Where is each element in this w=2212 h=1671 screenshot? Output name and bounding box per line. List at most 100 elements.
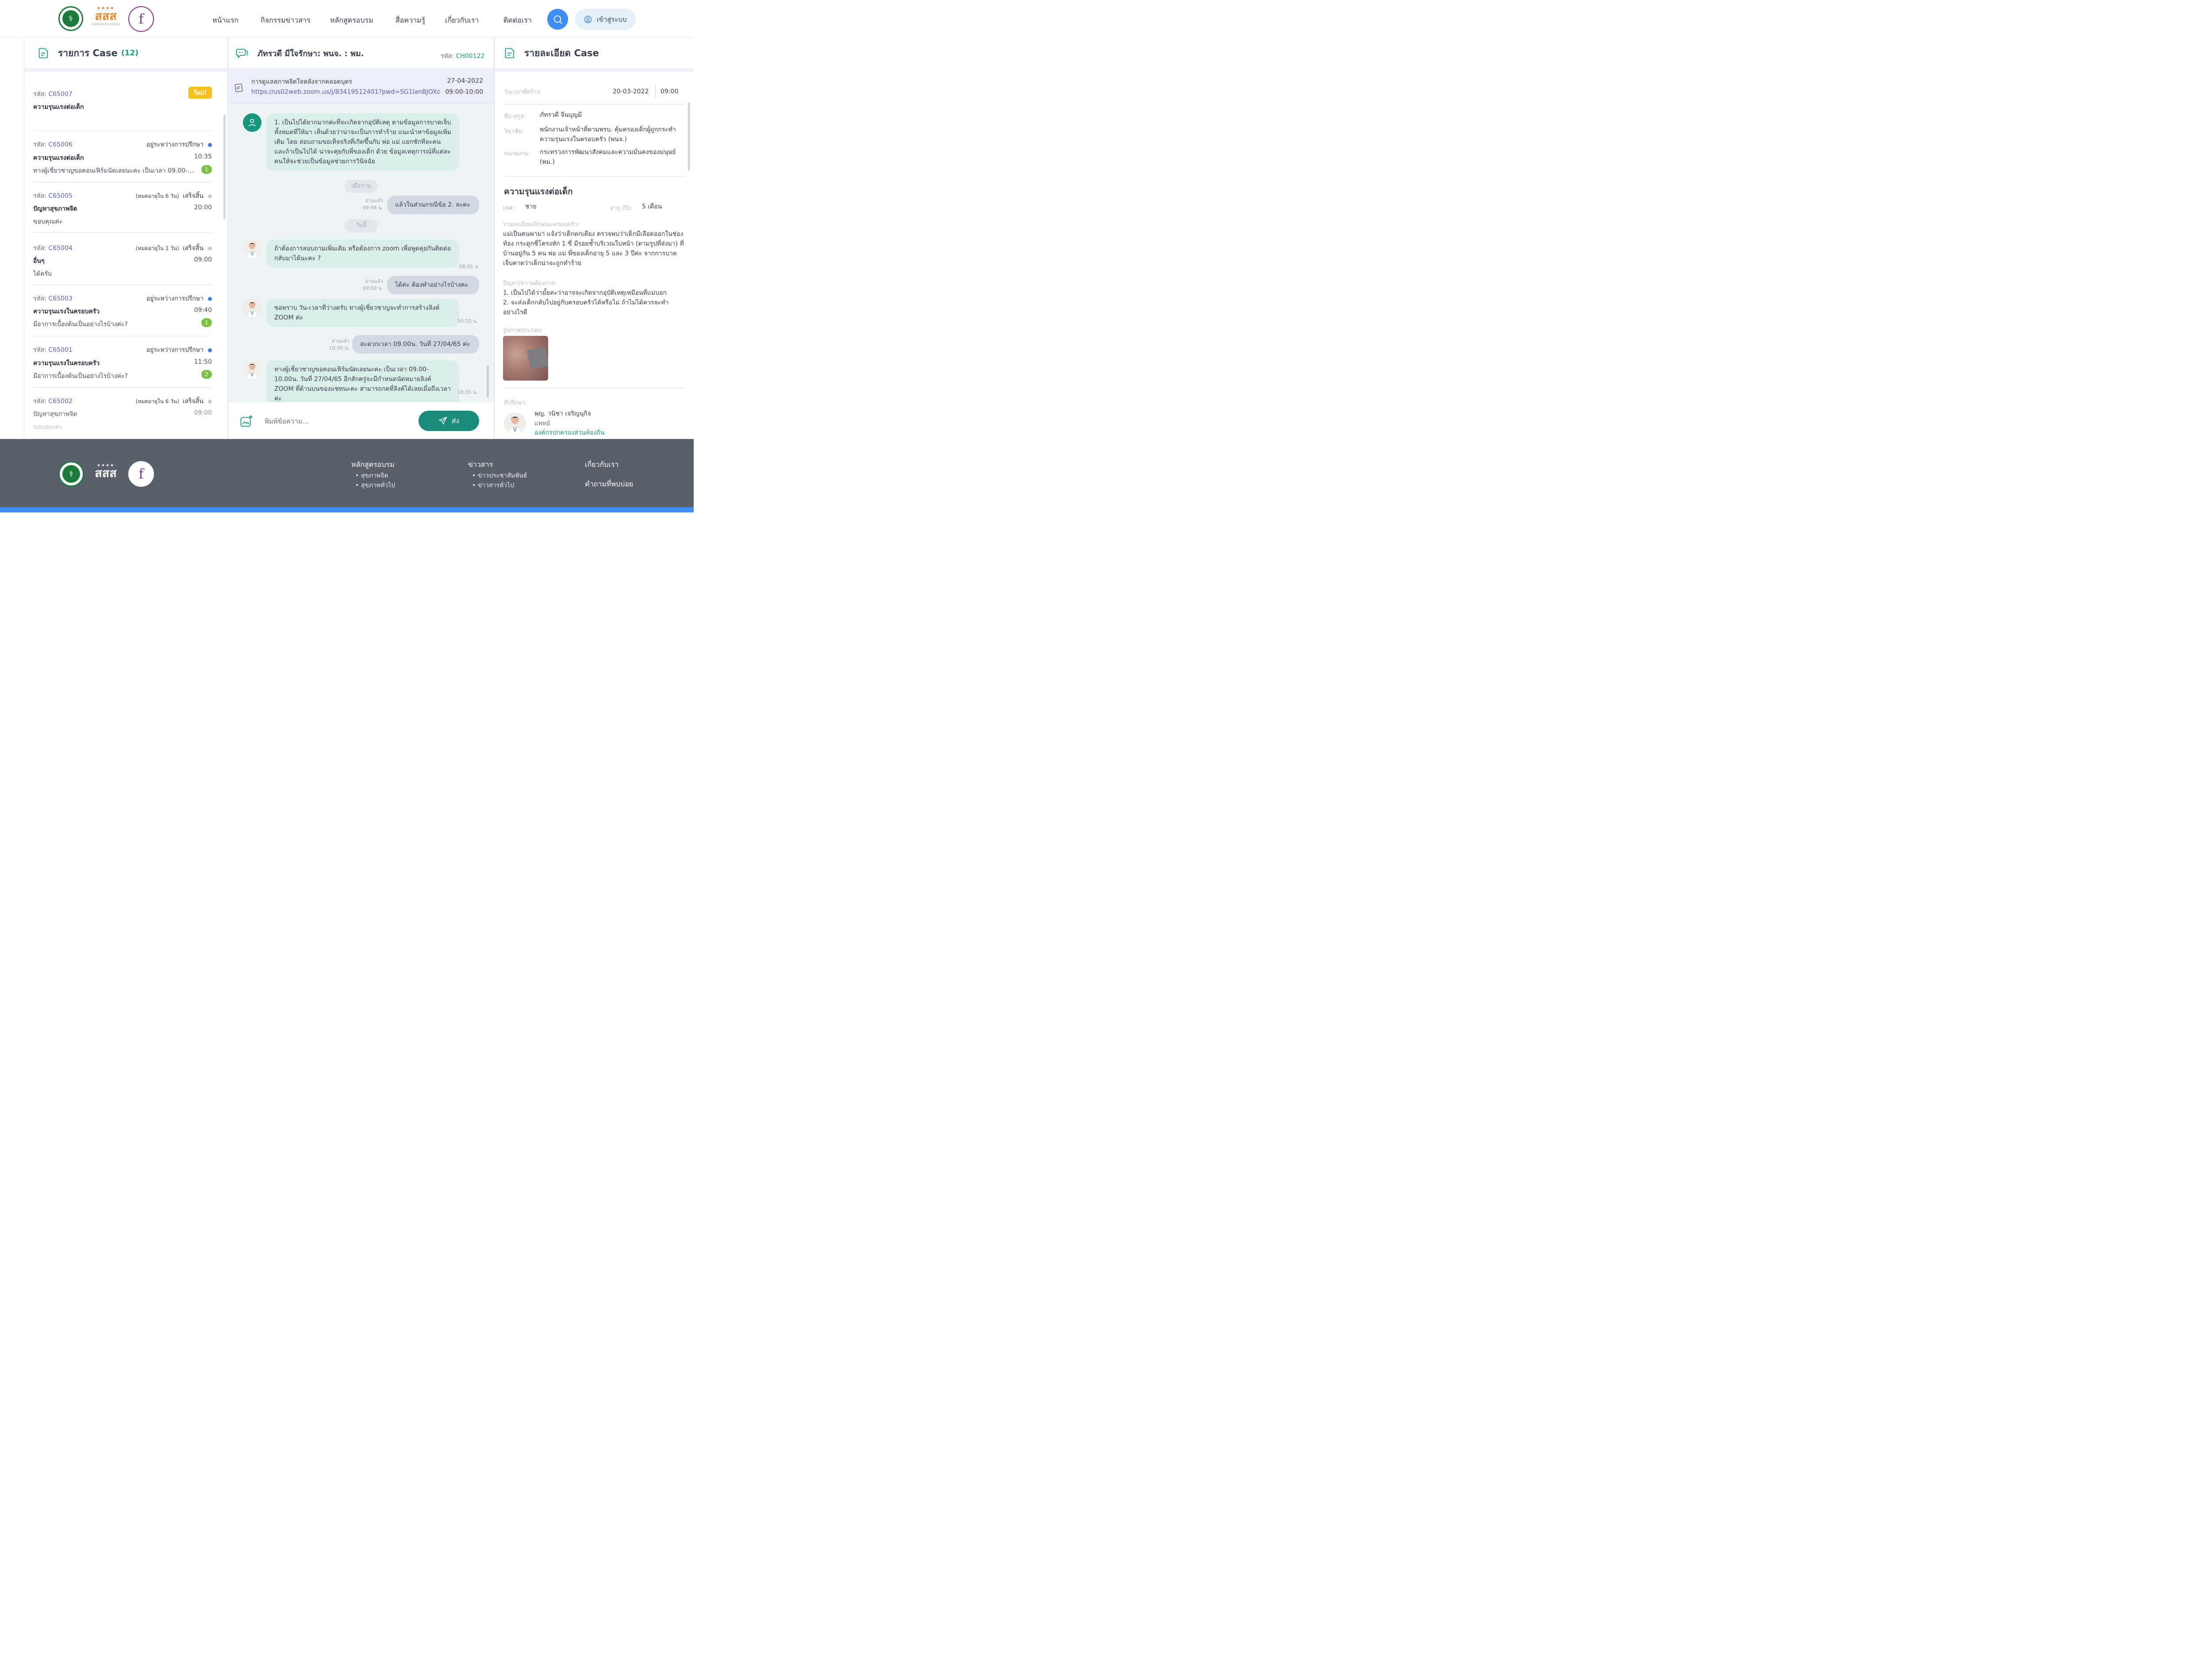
case-status: (หมดอายุใน 6 วัน) เสร็จสิ้น xyxy=(136,191,212,201)
footer-link[interactable]: • ข่าวสารทั่วไป xyxy=(472,481,514,490)
age-label: อายุ (ปี): xyxy=(610,205,632,212)
message-input[interactable] xyxy=(265,415,406,428)
calendar-note-icon xyxy=(234,83,243,92)
chat-message-received: ขอทราบ วัน-เวลาที่ว่างครับ ทางผู้เชี่ยวช… xyxy=(266,299,459,327)
description-label: รายละเอียด/ลักษณะครอบครัว: xyxy=(503,221,580,228)
read-receipt: อ่านแล้ว 09:50 น. xyxy=(362,278,383,291)
meeting-link[interactable]: https://us02web.zoom.us/j/83419512401?pw… xyxy=(251,89,440,96)
problem-item-2: 2. จะส่งเด็กกลับไปอยู่กับครอบครัวได้หรือ… xyxy=(503,299,669,316)
case-category: ความรุนแรงต่อเด็ก xyxy=(33,104,84,111)
new-badge: ใหม่! xyxy=(188,87,212,99)
expert-avatar xyxy=(243,113,261,132)
case-list-scrollbar[interactable] xyxy=(223,114,226,219)
chat-message-received: ทางผู้เชี่ยวชาญขอคอนเฟิร์มนัดเลยนะคะ เป็… xyxy=(266,360,459,408)
status-dot xyxy=(208,246,212,250)
case-category: ความรุนแรงในครอบครัว xyxy=(33,360,100,367)
case-time: 09:00 xyxy=(194,409,212,416)
case-last-message: ขอบคุณค่ะ xyxy=(33,424,63,431)
search-button[interactable] xyxy=(547,9,568,30)
footer-news-title[interactable]: ข่าวสาร xyxy=(468,459,493,470)
case-category: ความรุนแรงในครอบครัว xyxy=(33,308,100,315)
case-list-panel: รายการ Case (12) รหัส: C65007 ใหม่! ความ… xyxy=(24,38,228,439)
sss-logo[interactable]: ★★★★ สสส xyxy=(92,463,119,488)
status-dot xyxy=(208,142,212,147)
date-divider: วันนี้ xyxy=(345,219,378,232)
login-button[interactable]: เข้าสู่ระบบ xyxy=(575,9,636,30)
face-foundation-logo[interactable]: f xyxy=(128,6,154,32)
unread-count: 1 xyxy=(201,318,212,327)
case-code: รหัส: C65005 xyxy=(33,193,73,200)
case-item[interactable]: รหัส: C65002 (หมดอายุใน 6 วัน) เสร็จสิ้น … xyxy=(33,388,212,439)
chat-panel: ภัทรวดี มีใจรักษา: พนจ. : พม. รหัส: CH00… xyxy=(228,38,495,439)
case-category: ปัญหาสุขภาพจิต xyxy=(33,205,77,212)
case-type-title: ความรุนแรงต่อเด็ก xyxy=(504,187,573,196)
send-icon xyxy=(438,416,447,425)
face-foundation-logo[interactable]: f xyxy=(128,461,154,487)
case-last-message: มีอาการเบื้องต้นเป็นอย่างไรบ้างค่ะ? xyxy=(33,373,128,380)
advisor-name: พญ. วนิชา เจริญนุกิจ xyxy=(534,410,591,417)
meeting-date: 27-04-2022 xyxy=(447,77,483,85)
nav-courses[interactable]: หลักสูตรอบรม xyxy=(330,15,373,26)
case-item[interactable]: รหัส: C65005 (หมดอายุใน 6 วัน) เสร็จสิ้น … xyxy=(33,182,212,233)
chat-message-received: 1. เป็นไปได้ยากมากค่ะที่จะเกิดจากอุบัติเ… xyxy=(266,113,459,171)
add-image-icon[interactable] xyxy=(240,415,253,428)
org-label: หน่วยงาน: xyxy=(504,150,530,157)
sss-logo[interactable]: ★★★★ สสส xyxy=(92,6,119,32)
status-dot xyxy=(208,348,212,352)
problem-label: ปัญหา/ความต้องการ: xyxy=(503,280,557,287)
case-detail-title: รายละเอียด Case xyxy=(524,47,599,58)
moph-logo[interactable]: ⚕ xyxy=(58,461,84,487)
case-status: (หมดอายุใน 6 วัน) เสร็จสิ้น xyxy=(136,397,212,406)
case-code: รหัส: C65002 xyxy=(33,398,73,405)
footer-about-title[interactable]: เกี่ยวกับเรา xyxy=(585,459,618,470)
moph-logo[interactable]: ⚕ xyxy=(58,6,83,31)
message-time: 10:10 น. xyxy=(457,318,478,324)
status-dot xyxy=(208,399,212,404)
reporter-org: กระทรวงการพัฒนาสังคมและความมั่นคงของมนุษ… xyxy=(540,149,676,166)
image-label: รูปภาพประกอบ: xyxy=(503,327,543,334)
case-time: 09:00 xyxy=(194,256,212,263)
sss-logo-text: สสส xyxy=(95,466,117,480)
footer-accent-bar xyxy=(0,507,694,512)
nav-about[interactable]: เกี่ยวกับเรา xyxy=(445,15,479,26)
case-photo-thumbnail[interactable] xyxy=(503,336,548,381)
case-code: รหัส: C65001 xyxy=(33,347,73,354)
detail-scrollbar[interactable] xyxy=(688,102,690,171)
send-button[interactable]: ส่ง xyxy=(419,411,479,431)
created-time: 09:00 xyxy=(661,88,679,95)
case-item[interactable]: รหัส: C65004 (หมดอายุใน 1 วัน) เสร็จสิ้น … xyxy=(33,233,212,285)
chat-scrollbar[interactable] xyxy=(487,366,489,397)
footer-faq-link[interactable]: คำถามที่พบบ่อย xyxy=(585,479,633,490)
chat-message-sent: แล้วในส่วนกรณีข้อ 2. ละคะ xyxy=(387,196,479,214)
case-item[interactable]: รหัส: C65001 อยู่ระหว่างการปรึกษา ความรุ… xyxy=(33,336,212,388)
user-icon xyxy=(248,119,256,127)
case-item[interactable]: รหัส: C65007 ใหม่! ความรุนแรงต่อเด็ก xyxy=(33,82,212,131)
footer-link[interactable]: • สุขภาพจิต xyxy=(355,471,388,481)
footer-link[interactable]: • ข่าวประชาสัมพันธ์ xyxy=(472,471,527,481)
case-detail-panel: รายละเอียด Case วันเวลาที่สร้าง: 20-03-2… xyxy=(495,38,694,439)
unread-count: 2 xyxy=(201,370,212,379)
doctor-avatar xyxy=(243,360,261,379)
reporter-name: ภัทรวดี จีนบุญมี xyxy=(540,112,582,119)
case-item[interactable]: รหัส: C65003 อยู่ระหว่างการปรึกษา ความรุ… xyxy=(33,285,212,336)
nav-contact[interactable]: ติดต่อเรา xyxy=(503,15,532,26)
site-footer: ⚕ ★★★★ สสส f หลักสูตรอบรม • สุขภาพจิต • … xyxy=(0,439,694,507)
nav-home[interactable]: หน้าแรก xyxy=(212,15,238,26)
sex-label: เพศ: xyxy=(503,205,515,212)
document-icon xyxy=(38,48,48,58)
case-category: ความรุนแรงต่อเด็ก xyxy=(33,154,84,162)
read-receipt: อ่านแล้ว 10:30 น. xyxy=(329,338,349,351)
nav-media[interactable]: สื่อความรู้ xyxy=(396,15,425,26)
footer-link[interactable]: • สุขภาพทั่วไป xyxy=(355,481,395,490)
advisor-org[interactable]: องค์กรปกครองส่วนท้องถิ่น xyxy=(534,428,605,438)
footer-courses-title[interactable]: หลักสูตรอบรม xyxy=(351,459,395,470)
nav-news[interactable]: กิจกรรมข่าวสาร xyxy=(261,15,311,26)
document-icon xyxy=(505,48,515,58)
case-item[interactable]: รหัส: C65006 อยู่ระหว่างการปรึกษา ความรุ… xyxy=(33,131,212,182)
status-dot xyxy=(208,296,212,301)
case-status: อยู่ระหว่างการปรึกษา xyxy=(146,294,212,304)
advisor-role: แพทย์ xyxy=(534,420,550,427)
date-divider: เมื่อวาน xyxy=(345,180,378,193)
case-code: รหัส: C65004 xyxy=(33,245,73,252)
message-time: 08:55 น. xyxy=(459,264,480,270)
